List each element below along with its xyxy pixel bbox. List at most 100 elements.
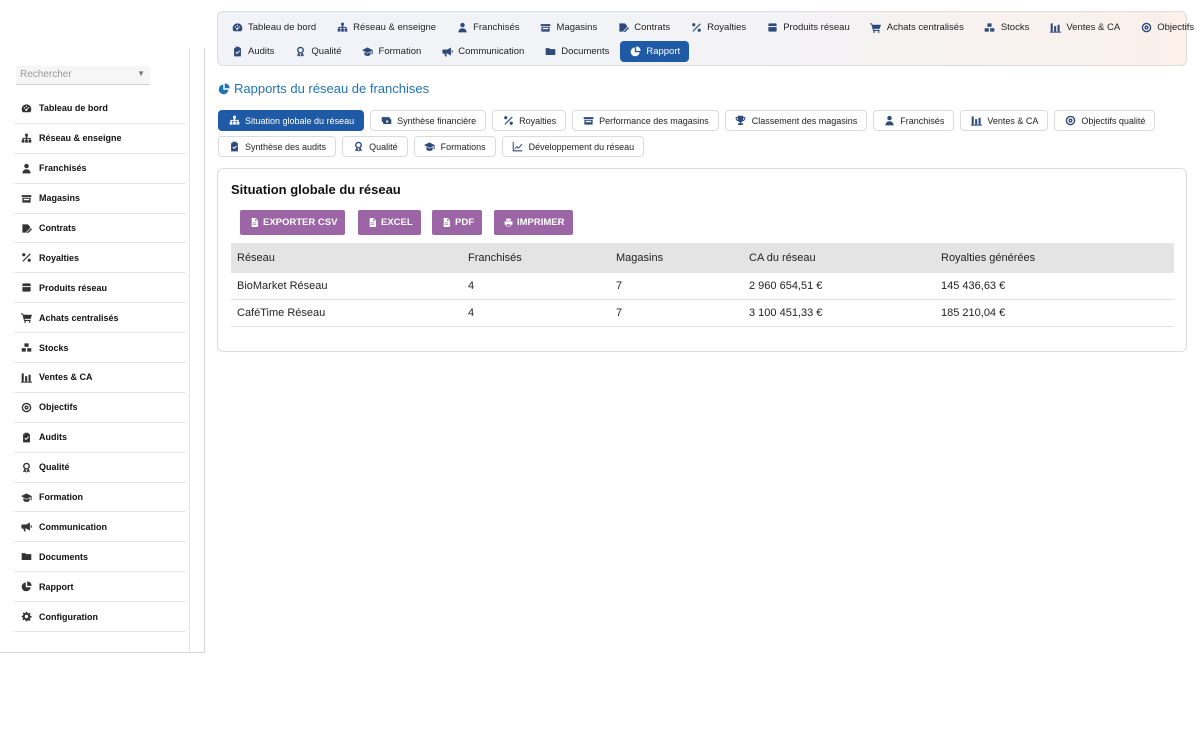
folder-icon	[20, 551, 32, 563]
report-tab-formations[interactable]: Formations	[413, 136, 496, 157]
sidebar-item-magasins[interactable]: Magasins	[14, 183, 186, 214]
report-tab-situation-globale-du-reseau[interactable]: Situation globale du réseau	[218, 110, 365, 131]
store-icon	[540, 22, 552, 34]
nav-item-magasins[interactable]: Magasins	[531, 17, 607, 38]
sidebar-item-achats-centralises[interactable]: Achats centralisés	[14, 303, 186, 334]
column-header-ca-du-reseau[interactable]: CA du réseau	[743, 243, 935, 273]
report-tab-label: Qualité	[369, 141, 398, 152]
sidebar-item-tableau-de-bord[interactable]: Tableau de bord	[14, 94, 186, 124]
nav-item-formation[interactable]: Formation	[353, 41, 431, 62]
nav-item-achats-centralises[interactable]: Achats centralisés	[861, 17, 973, 38]
column-header-royalties-generees[interactable]: Royalties générées	[935, 243, 1174, 273]
stock-icon	[984, 22, 996, 34]
sidebar-item-produits-reseau[interactable]: Produits réseau	[14, 273, 186, 304]
report-tab-ventes-and-ca[interactable]: Ventes & CA	[960, 110, 1049, 131]
column-header-franchises[interactable]: Franchisés	[462, 243, 610, 273]
report-tab-qualite[interactable]: Qualité	[342, 136, 408, 157]
column-header-magasins[interactable]: Magasins	[610, 243, 743, 273]
nav-item-label: Tableau de bord	[248, 22, 317, 33]
report-tab-label: Développement du réseau	[528, 141, 635, 152]
sidebar-item-documents[interactable]: Documents	[14, 542, 186, 573]
sidebar-item-reseau-and-enseigne[interactable]: Réseau & enseigne	[14, 123, 186, 154]
report-tab-label: Objectifs qualité	[1081, 115, 1146, 126]
sales-icon	[1049, 22, 1061, 34]
sidebar-item-label: Objectifs	[39, 402, 78, 413]
print-button[interactable]: IMPRIMER	[494, 210, 573, 235]
contract-icon	[20, 222, 32, 234]
nav-item-royalties[interactable]: Royalties	[681, 17, 755, 38]
sidebar-item-audits[interactable]: Audits	[14, 422, 186, 453]
sales-icon	[20, 371, 32, 383]
report-tab-performance-des-magasins[interactable]: Performance des magasins	[572, 110, 719, 131]
sidebar-item-franchises[interactable]: Franchisés	[14, 153, 186, 184]
report-tab-synthese-financiere[interactable]: Synthèse financière	[370, 110, 487, 131]
sidebar-item-configuration[interactable]: Configuration	[14, 602, 186, 633]
sidebar-item-label: Ventes & CA	[39, 372, 93, 383]
table-row: CaféTime Réseau 4 7 3 100 451,33 €185 210,0…	[231, 299, 1174, 327]
report-tab-developpement-du-reseau[interactable]: Développement du réseau	[501, 136, 645, 157]
export-excel-button[interactable]: EXCEL	[358, 210, 421, 235]
nav-item-label: Produits réseau	[783, 22, 850, 33]
clipboard-icon	[228, 141, 240, 153]
print-label: IMPRIMER	[517, 217, 565, 228]
table-cell: 4	[462, 273, 610, 300]
report-tab-objectifs-qualite[interactable]: Objectifs qualité	[1054, 110, 1156, 131]
export-csv-button[interactable]: EXPORTER CSV	[240, 210, 346, 235]
sidebar-item-stocks[interactable]: Stocks	[14, 333, 186, 364]
file-icon	[248, 217, 260, 229]
report-tabs-row-1: Situation globale du réseau Synthèse fina…	[218, 110, 1156, 131]
award-icon	[352, 141, 364, 153]
sidebar-item-royalties[interactable]: Royalties	[14, 243, 186, 274]
report-tab-classement-des-magasins[interactable]: Classement des magasins	[724, 110, 868, 131]
nav-item-ventes-and-ca[interactable]: Ventes & CA	[1040, 17, 1129, 38]
nav-item-audits[interactable]: Audits	[222, 41, 283, 62]
report-tab-label: Performance des magasins	[599, 115, 709, 126]
sidebar-item-label: Franchisés	[39, 163, 87, 174]
nav-item-communication[interactable]: Communication	[432, 41, 533, 62]
graduation-cap-icon	[424, 141, 436, 153]
report-tab-royalties[interactable]: Royalties	[492, 110, 567, 131]
nav-item-rapport[interactable]: Rapport	[620, 41, 690, 62]
sidebar-item-label: Rapport	[39, 581, 74, 592]
table-cell: 3 100 451,33 €	[743, 299, 935, 327]
nav-item-label: Qualité	[311, 46, 342, 57]
nav-item-label: Audits	[248, 46, 275, 57]
caret-down-icon: ▼	[137, 69, 145, 78]
line-chart-icon	[512, 141, 524, 153]
report-tab-franchises[interactable]: Franchisés	[873, 110, 955, 131]
nav-item-franchises[interactable]: Franchisés	[447, 17, 528, 38]
store-icon	[582, 115, 594, 127]
nav-item-documents[interactable]: Documents	[535, 41, 618, 62]
column-header-reseau[interactable]: Réseau	[231, 243, 462, 273]
search-placeholder: Rechercher	[20, 69, 72, 80]
gear-icon	[20, 611, 32, 623]
nav-item-qualite[interactable]: Qualité	[285, 41, 350, 62]
sidebar-item-formation[interactable]: Formation	[14, 482, 186, 513]
export-pdf-button[interactable]: PDF	[432, 210, 482, 235]
table-cell: 145 436,63 €	[935, 273, 1174, 300]
sidebar-item-contrats[interactable]: Contrats	[14, 213, 186, 244]
nav-item-reseau-and-enseigne[interactable]: Réseau & enseigne	[327, 17, 445, 38]
clipboard-icon	[231, 46, 243, 58]
nav-item-stocks[interactable]: Stocks	[975, 17, 1039, 38]
report-tab-label: Synthèse financière	[397, 115, 477, 126]
nav-item-contrats[interactable]: Contrats	[608, 17, 679, 38]
sidebar-search-select[interactable]: Rechercher ▼	[16, 66, 150, 85]
dashboard-icon	[231, 22, 243, 34]
report-tab-synthese-des-audits[interactable]: Synthèse des audits	[218, 136, 337, 157]
sidebar-item-rapport[interactable]: Rapport	[14, 572, 186, 603]
nav-item-label: Objectifs	[1157, 22, 1195, 33]
sidebar-item-ventes-and-ca[interactable]: Ventes & CA	[14, 363, 186, 393]
percent-icon	[20, 252, 32, 264]
sidebar-item-qualite[interactable]: Qualité	[14, 452, 186, 483]
report-tab-label: Formations	[440, 141, 486, 152]
nav-item-produits-reseau[interactable]: Produits réseau	[757, 17, 859, 38]
nav-item-objectifs[interactable]: Objectifs	[1131, 17, 1200, 38]
sidebar-item-communication[interactable]: Communication	[14, 512, 186, 543]
nav-item-tableau-de-bord[interactable]: Tableau de bord	[222, 17, 325, 38]
folder-icon	[544, 46, 556, 58]
report-tab-label: Royalties	[519, 115, 557, 126]
sidebar-item-objectifs[interactable]: Objectifs	[14, 392, 186, 423]
box-icon	[766, 22, 778, 34]
trophy-icon	[735, 115, 747, 127]
